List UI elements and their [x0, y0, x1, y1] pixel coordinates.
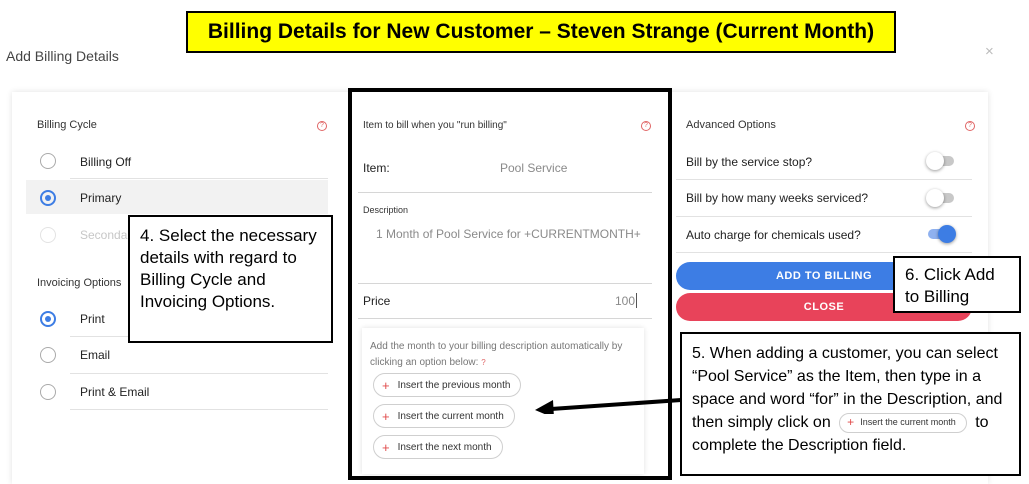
arrow-icon	[535, 398, 682, 414]
chip-label: Insert the previous month	[397, 379, 511, 391]
bill-by-weeks-toggle[interactable]	[926, 189, 954, 207]
primary-radio[interactable]	[40, 190, 56, 206]
divider	[358, 192, 652, 193]
email-radio[interactable]	[40, 347, 56, 363]
inline-chip-label: Insert the current month	[860, 417, 956, 428]
divider	[358, 318, 652, 319]
chip-label: Insert the current month	[397, 410, 504, 422]
step-5-callout: 5. When adding a customer, you can selec…	[680, 332, 1021, 476]
divider	[676, 252, 972, 253]
bill-by-weeks-label: Bill by how many weeks serviced?	[686, 191, 869, 205]
billing-off-radio[interactable]	[40, 153, 56, 169]
chip-label: Insert the next month	[397, 441, 492, 453]
insert-next-month-chip[interactable]: + Insert the next month	[373, 435, 503, 459]
plus-icon: +	[382, 439, 390, 455]
insert-previous-month-chip[interactable]: + Insert the previous month	[373, 373, 522, 397]
print-email-label: Print & Email	[80, 385, 150, 399]
billing-off-label: Billing Off	[80, 155, 132, 169]
billing-cycle-title: Billing Cycle	[37, 119, 97, 131]
item-label: Item:	[363, 161, 390, 175]
item-panel-title: Item to bill when you "run billing"	[363, 120, 507, 131]
item-select[interactable]: Pool Service	[500, 161, 567, 175]
plus-icon: +	[847, 415, 855, 430]
auto-charge-chemicals-label: Auto charge for chemicals used?	[686, 228, 861, 242]
billing-cycle-help-icon[interactable]: ?	[317, 121, 327, 131]
dialog-title: Add Billing Details	[6, 48, 119, 64]
secondary-radio	[40, 227, 56, 243]
selected-row-highlight	[26, 180, 328, 214]
advanced-options-title: Advanced Options	[686, 119, 776, 131]
divider	[70, 178, 328, 179]
divider	[676, 179, 972, 180]
divider	[70, 373, 328, 374]
print-email-radio[interactable]	[40, 384, 56, 400]
divider	[358, 283, 652, 284]
step-6-callout: 6. Click Add to Billing	[893, 256, 1021, 313]
description-textarea[interactable]: 1 Month of Pool Service for +CURRENTMONT…	[376, 227, 641, 241]
month-hint-help-icon[interactable]: ?	[481, 358, 485, 367]
item-panel-help-icon[interactable]: ?	[641, 121, 651, 131]
inline-insert-current-month-chip: + Insert the current month	[839, 412, 967, 433]
price-input[interactable]: 100	[615, 294, 635, 308]
price-label: Price	[363, 294, 391, 308]
bill-by-stop-toggle[interactable]	[926, 152, 954, 170]
month-insert-hint-text: Add the month to your billing descriptio…	[370, 341, 623, 368]
bill-by-stop-label: Bill by the service stop?	[686, 155, 813, 169]
text-cursor	[636, 293, 637, 308]
email-label: Email	[80, 348, 111, 362]
plus-icon: +	[382, 408, 390, 424]
plus-icon: +	[382, 377, 390, 393]
insert-current-month-chip[interactable]: + Insert the current month	[373, 404, 515, 428]
primary-label: Primary	[80, 191, 122, 205]
divider	[70, 409, 328, 410]
month-insert-hint: Add the month to your billing descriptio…	[370, 339, 632, 371]
print-radio[interactable]	[40, 311, 56, 327]
print-label: Print	[80, 312, 105, 326]
description-label: Description	[363, 205, 409, 215]
divider	[676, 216, 972, 217]
invoicing-options-title: Invoicing Options	[37, 277, 122, 289]
step-4-callout: 4. Select the necessary details with reg…	[128, 215, 333, 343]
banner-title: Billing Details for New Customer – Steve…	[186, 11, 896, 53]
auto-charge-chemicals-toggle[interactable]	[928, 225, 956, 243]
close-icon[interactable]: ×	[985, 43, 994, 60]
advanced-options-help-icon[interactable]: ?	[965, 121, 975, 131]
